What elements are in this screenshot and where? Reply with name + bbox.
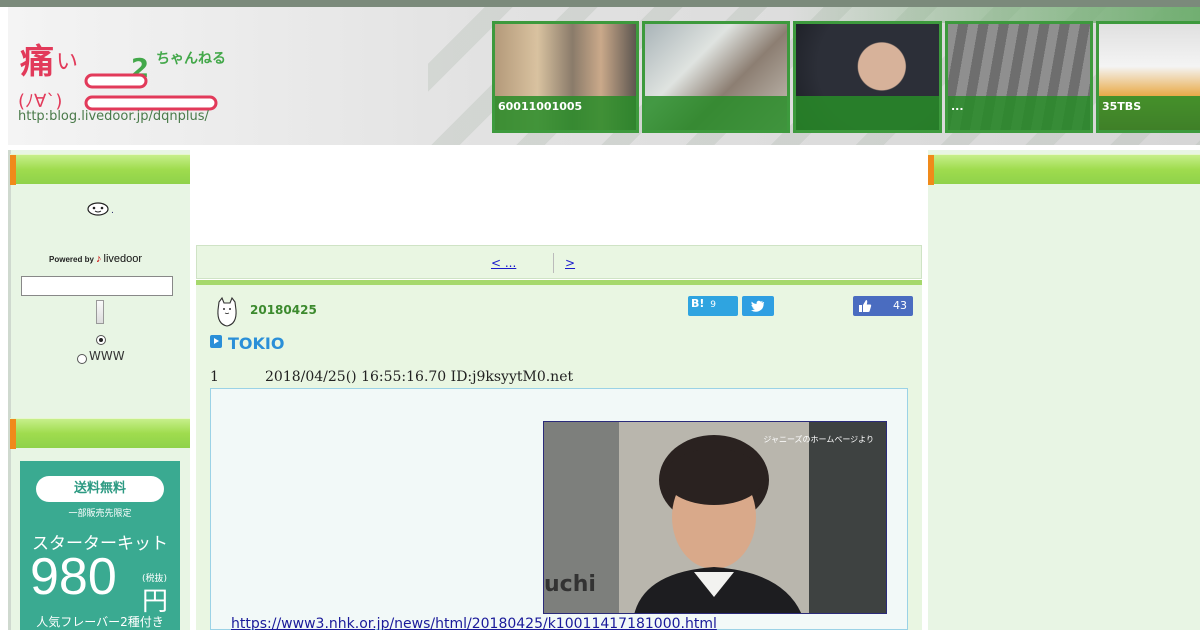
article-photo[interactable]: ジャニーズのホームページより uchi (543, 421, 887, 614)
thumbnail-1[interactable]: 60011001005 (492, 21, 639, 133)
svg-text:い: い (56, 50, 78, 75)
search-input[interactable] (21, 276, 173, 296)
photo-watermark: uchi (544, 572, 596, 597)
like-count: 43 (893, 299, 907, 312)
right-sidebar-bar (928, 154, 1200, 185)
thumbnail-caption: ... (948, 96, 1090, 130)
search-button[interactable] (96, 300, 104, 324)
tweet-button[interactable] (742, 296, 774, 316)
twitter-icon (750, 300, 765, 312)
ad-free-shipping: 送料無料 (36, 476, 164, 502)
post-title[interactable]: TOKIO (228, 334, 284, 353)
thumbs-up-icon (859, 300, 872, 312)
article-nav: < ... > (196, 245, 922, 279)
ad-price: 980 (30, 548, 117, 606)
search-radio-www[interactable] (77, 354, 87, 364)
source-link[interactable]: https://www3.nhk.or.jp/news/html/2018042… (231, 616, 717, 630)
thumbnail-2[interactable] (642, 21, 790, 133)
hatena-count: 9 (710, 300, 716, 310)
radio-label-www: WWW (89, 349, 125, 363)
svg-text:痛: 痛 (20, 42, 54, 82)
thumbnail-5[interactable]: 35TBS (1096, 21, 1200, 133)
next-article-link[interactable]: > (565, 256, 575, 270)
livedoor-text: livedoor (103, 253, 143, 265)
ad-footer: 人気フレーバー2種付き (36, 615, 164, 629)
thumbnail-4[interactable]: ... (945, 21, 1093, 133)
face-icon (87, 202, 109, 216)
right-sidebar (928, 150, 1200, 630)
ad-subtext: 一部販売先限定 (68, 509, 132, 519)
sidebar-header-bar (10, 154, 190, 185)
top-strip (0, 0, 1200, 7)
logo-url-text[interactable]: http:blog.livedoor.jp/dqnplus/ (18, 109, 209, 124)
thumbnail-caption (645, 96, 787, 130)
response-meta: 2018/04/25() 16:55:16.70 ID:j9ksyytM0.ne… (265, 369, 574, 385)
face-dot: . (111, 206, 114, 216)
powered-by-label: Powered by (49, 255, 94, 264)
photo-caption: ジャニーズのホームページより (763, 435, 874, 444)
hatena-label: B! (691, 297, 705, 310)
livedoor-logo[interactable]: ♪ livedoor (96, 253, 142, 265)
search-radio-blog[interactable] (96, 335, 106, 345)
thumbnail-caption (796, 96, 939, 130)
sidebar-section-bar (10, 418, 190, 449)
site-header: 痛 い ちゃんねる 2 (ﾉ∀`) http:blog.livedoor.jp/… (8, 7, 1200, 145)
prev-article-link[interactable]: < ... (491, 256, 516, 270)
livedoor-mark-icon: ♪ (96, 253, 102, 265)
post-date: 20180425 (250, 303, 317, 317)
sidebar-ad[interactable]: 送料無料 一部販売先限定 スターターキット 980 (税抜) 円 人気フレーバー… (20, 461, 180, 630)
thumbnail-caption: 60011001005 (495, 96, 636, 130)
thumbnail-caption: 35TBS (1099, 96, 1200, 130)
cat-icon (217, 296, 237, 327)
svg-text:ちゃんねる: ちゃんねる (156, 51, 226, 67)
hatena-bookmark-button[interactable]: B! 9 (688, 296, 738, 316)
nav-separator (553, 253, 554, 273)
thumbnail-3[interactable] (793, 21, 942, 133)
facebook-like-button[interactable]: 43 (853, 296, 913, 316)
title-play-icon (210, 335, 222, 348)
response-number: 1 (210, 369, 219, 385)
